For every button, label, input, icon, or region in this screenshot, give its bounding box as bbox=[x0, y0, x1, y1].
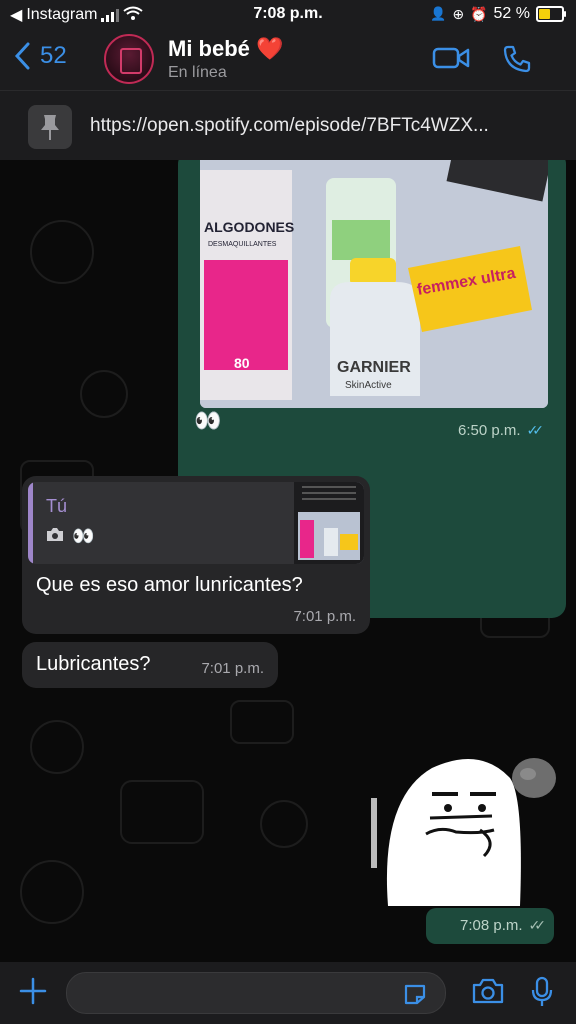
attach-plus-button[interactable] bbox=[18, 976, 48, 1010]
image-caption: 👀 bbox=[194, 408, 222, 433]
camera-icon bbox=[46, 526, 64, 547]
status-bar: ◀ Instagram 7:08 p.m. 👤 ⊕ ⏰ 52 % bbox=[0, 0, 576, 30]
camera-icon bbox=[472, 978, 504, 1004]
message-text: Que es eso amor lunricantes? bbox=[36, 574, 303, 596]
avatar[interactable] bbox=[104, 34, 154, 84]
label-desmaquillantes: DESMAQUILLANTES bbox=[208, 241, 277, 248]
message-text: Lubricantes? bbox=[36, 653, 151, 675]
person-icon: 👤 bbox=[430, 6, 447, 21]
chat-header: 52 Mi bebé ❤️ En línea bbox=[0, 30, 576, 90]
pin-icon bbox=[28, 105, 72, 149]
voice-call-button[interactable] bbox=[502, 44, 532, 79]
label-80: 80 bbox=[234, 355, 250, 371]
battery-percent: 52 % bbox=[493, 5, 530, 22]
chat-area[interactable]: ALGODONES DESMAQUILLANTES 80 GARNIER Ski… bbox=[0, 160, 576, 962]
contact-status: En línea bbox=[168, 64, 227, 81]
plus-icon bbox=[19, 977, 47, 1005]
sticker-button[interactable] bbox=[403, 983, 427, 1010]
video-camera-icon bbox=[432, 47, 470, 69]
quoted-message[interactable]: Tú 👀 bbox=[28, 482, 364, 564]
composer-bar bbox=[0, 962, 576, 1024]
quote-author: Tú bbox=[46, 496, 68, 516]
orientation-lock-icon: ⊕ bbox=[452, 5, 465, 22]
contact-name: Mi bebé ❤️ bbox=[168, 36, 284, 61]
label-algodones: ALGODONES bbox=[204, 219, 294, 235]
sticker-message[interactable] bbox=[370, 738, 562, 908]
message-time: 6:50 p.m. bbox=[457, 422, 521, 439]
microphone-button[interactable] bbox=[530, 976, 554, 1013]
back-button[interactable]: 52 bbox=[14, 42, 67, 70]
contact-info[interactable]: Mi bebé ❤️ En línea bbox=[168, 36, 283, 82]
sticker-icon bbox=[404, 984, 426, 1005]
pinned-url[interactable]: https://open.spotify.com/episode/7BFTc4W… bbox=[90, 115, 489, 137]
message-time: 7:01 p.m. bbox=[293, 608, 356, 625]
quote-thumbnail bbox=[294, 482, 364, 564]
unread-count: 52 bbox=[40, 42, 67, 69]
text-message[interactable]: Lubricantes? 7:01 p.m. bbox=[22, 642, 278, 688]
delivered-receipt-icon: ✓✓ bbox=[528, 917, 547, 933]
phone-icon bbox=[503, 45, 531, 73]
reply-message[interactable]: Tú 👀 Que es eso amor lunricantes? 7:01 p… bbox=[22, 476, 370, 634]
read-receipt-icon: ✓✓ bbox=[526, 422, 545, 438]
microphone-icon bbox=[531, 976, 553, 1006]
message-input[interactable] bbox=[66, 972, 446, 1014]
video-call-button[interactable] bbox=[432, 44, 470, 77]
camera-button[interactable] bbox=[472, 978, 504, 1009]
label-skinactive: SkinActive bbox=[345, 380, 392, 391]
alarm-icon: ⏰ bbox=[470, 5, 488, 22]
chevron-left-icon bbox=[14, 42, 30, 70]
battery-icon bbox=[536, 6, 566, 22]
quote-preview: 👀 bbox=[72, 526, 95, 546]
message-time: 7:08 p.m. bbox=[459, 917, 523, 934]
sticker-time-chip: 7:08 p.m. ✓✓ bbox=[426, 908, 554, 944]
label-garnier: GARNIER bbox=[337, 359, 411, 376]
product-photo[interactable]: ALGODONES DESMAQUILLANTES 80 GARNIER Ski… bbox=[200, 160, 548, 408]
message-time: 7:01 p.m. bbox=[201, 660, 264, 677]
pinned-message-bar[interactable]: https://open.spotify.com/episode/7BFTc4W… bbox=[0, 90, 576, 161]
